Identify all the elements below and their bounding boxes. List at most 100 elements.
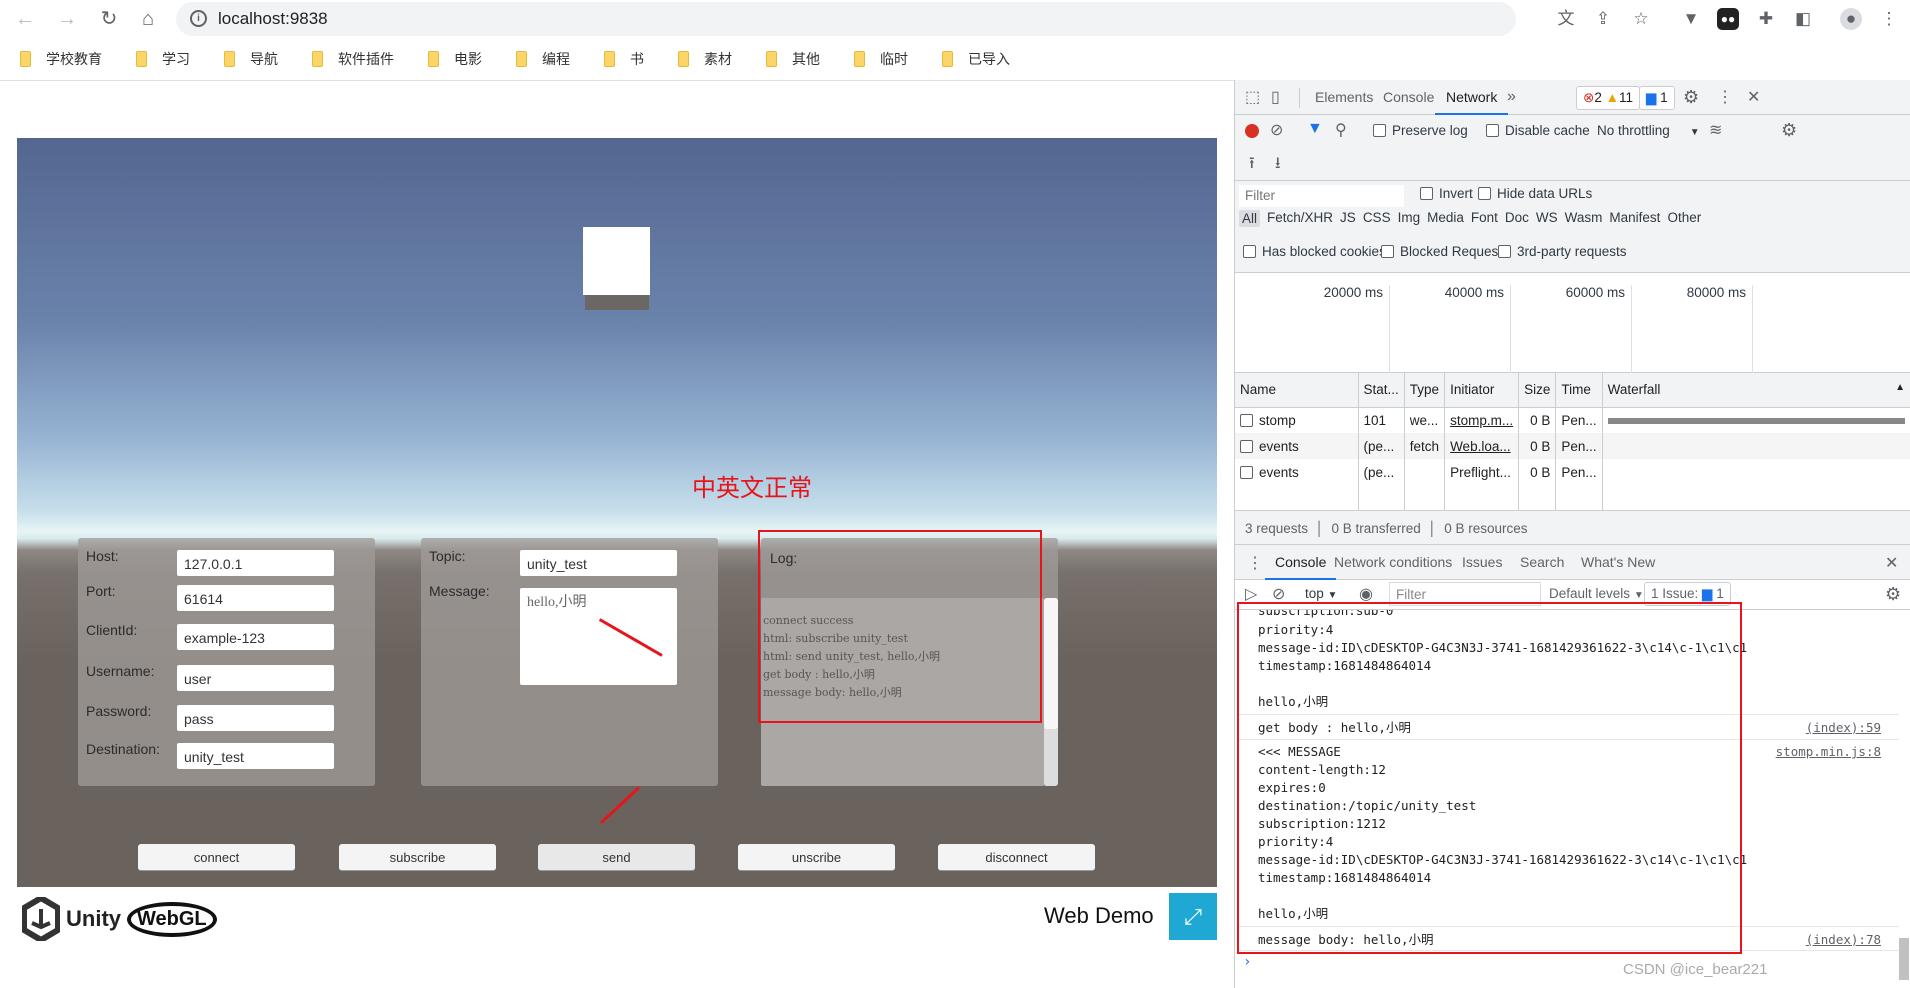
console-scrollbar[interactable]	[1899, 938, 1909, 980]
bookmark[interactable]: 软件插件	[338, 49, 394, 69]
type-filter[interactable]: JS	[1340, 210, 1356, 227]
info-icon[interactable]: i	[190, 10, 207, 27]
type-filter-all[interactable]: All	[1239, 210, 1261, 227]
log-scroll-thumb[interactable]	[1044, 598, 1058, 729]
disable-cache-checkbox[interactable]: Disable cache	[1486, 123, 1590, 138]
column-waterfall[interactable]: Waterfall ▲	[1602, 373, 1910, 408]
settings-gear-icon[interactable]: ⚙	[1683, 87, 1699, 108]
puzzle-icon[interactable]: ✚	[1755, 8, 1777, 30]
home-icon[interactable]: ⌂	[135, 6, 161, 32]
table-row[interactable]: events (pe... Preflight... 0 B Pen...	[1235, 459, 1910, 485]
tab-elements[interactable]: Elements	[1315, 80, 1373, 115]
column-type[interactable]: Type	[1404, 373, 1446, 408]
subscribe-button[interactable]: subscribe	[339, 844, 496, 871]
send-button[interactable]: send	[538, 844, 695, 871]
message-input[interactable]: hello,小明	[520, 588, 677, 685]
drawer-tab-whats-new[interactable]: What's New	[1581, 545, 1655, 580]
port-input[interactable]: 61614	[177, 585, 334, 611]
blocked-cookies-checkbox[interactable]: Has blocked cookies	[1243, 244, 1386, 259]
hide-data-urls-checkbox[interactable]: Hide data URLs	[1478, 186, 1592, 201]
source-link[interactable]: stomp.min.js:8	[1776, 743, 1881, 761]
drawer-tab-issues[interactable]: Issues	[1462, 545, 1502, 580]
reload-icon[interactable]: ↻	[96, 6, 122, 32]
kebab-menu-icon[interactable]: ⋮	[1717, 87, 1733, 107]
issues-button[interactable]: 1 Issue: ▆ 1	[1644, 582, 1731, 606]
clear-console-icon[interactable]: ⊘	[1272, 584, 1285, 604]
type-filter[interactable]: Manifest	[1609, 210, 1660, 227]
extension-v-icon[interactable]: ▼	[1680, 8, 1702, 30]
log-output[interactable]: connect success html: subscribe unity_te…	[761, 598, 1044, 786]
column-size[interactable]: Size	[1518, 373, 1557, 408]
type-filter[interactable]: Wasm	[1565, 210, 1603, 227]
unscribe-button[interactable]: unscribe	[738, 844, 895, 871]
third-party-checkbox[interactable]: 3rd-party requests	[1498, 244, 1627, 259]
log-levels-select[interactable]: Default levels ▼	[1549, 586, 1644, 601]
destination-input[interactable]: unity_test	[177, 743, 334, 769]
type-filter[interactable]: Other	[1667, 210, 1701, 227]
device-toolbar-icon[interactable]: ▯	[1271, 87, 1280, 107]
bookmark[interactable]: 已导入	[968, 49, 1010, 69]
bookmark[interactable]: 编程	[542, 49, 570, 69]
bookmark[interactable]: 书	[630, 49, 644, 69]
console-settings-icon[interactable]: ⚙	[1885, 584, 1901, 605]
type-filter[interactable]: WS	[1536, 210, 1558, 227]
back-icon[interactable]: ←	[12, 6, 38, 32]
column-initiator[interactable]: Initiator	[1444, 373, 1520, 408]
disconnect-button[interactable]: disconnect	[938, 844, 1095, 871]
host-input[interactable]: 127.0.0.1	[177, 550, 334, 576]
clear-icon[interactable]: ⊘	[1270, 120, 1283, 140]
unity-canvas[interactable]: 中英文正常 Host: 127.0.0.1 Port: 61614 Client…	[17, 138, 1217, 887]
console-prompt[interactable]: ›	[1239, 951, 1899, 973]
preserve-log-checkbox[interactable]: Preserve log	[1373, 123, 1468, 138]
context-select[interactable]: top ▼	[1305, 586, 1337, 601]
connect-button[interactable]: connect	[138, 844, 295, 871]
column-time[interactable]: Time	[1555, 373, 1603, 408]
password-input[interactable]: pass	[177, 705, 334, 731]
username-input[interactable]: user	[177, 665, 334, 691]
network-settings-icon[interactable]: ⚙	[1781, 120, 1797, 141]
source-link[interactable]: (index):78	[1806, 927, 1881, 952]
extension-icon[interactable]: ●●	[1717, 8, 1739, 30]
live-expression-eye-icon[interactable]: ◉	[1359, 584, 1373, 604]
table-row[interactable]: events (pe... fetch Web.loa... 0 B Pen...	[1235, 433, 1910, 459]
sidebar-toggle-icon[interactable]: ▷	[1245, 584, 1257, 604]
bookmark[interactable]: 素材	[704, 49, 732, 69]
profile-avatar[interactable]: ●	[1840, 8, 1862, 30]
source-link[interactable]: (index):59	[1806, 715, 1881, 740]
search-icon[interactable]: ⚲	[1335, 120, 1347, 140]
drawer-tab-search[interactable]: Search	[1520, 545, 1564, 580]
record-icon[interactable]	[1245, 124, 1259, 138]
topic-input[interactable]: unity_test	[520, 550, 677, 576]
side-panel-icon[interactable]: ◧	[1792, 8, 1814, 30]
bookmark[interactable]: 导航	[250, 49, 278, 69]
network-filter-input[interactable]: Filter	[1239, 185, 1404, 207]
console-output[interactable]: subscription:sub-0 priority:4 message-id…	[1239, 610, 1899, 973]
bookmark[interactable]: 其他	[792, 49, 820, 69]
menu-icon[interactable]: ⋮	[1878, 8, 1900, 30]
type-filter[interactable]: Media	[1427, 210, 1464, 227]
messages-counter[interactable]: ▆ 1	[1639, 86, 1675, 110]
log-scrollbar[interactable]	[1044, 598, 1058, 786]
inspect-icon[interactable]: ⬚	[1245, 87, 1260, 107]
network-conditions-icon[interactable]: ≋	[1709, 120, 1722, 140]
issues-counter[interactable]: ⊗2 ▲11	[1576, 86, 1640, 110]
bookmark-star-icon[interactable]: ☆	[1630, 8, 1652, 30]
blocked-requests-checkbox[interactable]: Blocked Requests	[1381, 244, 1509, 259]
address-bar[interactable]: i localhost:9838	[176, 2, 1516, 36]
tab-console[interactable]: Console	[1383, 80, 1434, 115]
type-filter[interactable]: Img	[1398, 210, 1421, 227]
more-tabs-icon[interactable]: »	[1507, 88, 1516, 106]
type-filter[interactable]: CSS	[1363, 210, 1391, 227]
bookmark[interactable]: 学习	[162, 49, 190, 69]
import-har-icon[interactable]: ⭱	[1249, 152, 1255, 179]
close-devtools-icon[interactable]: ✕	[1747, 87, 1760, 107]
type-filter[interactable]: Doc	[1505, 210, 1529, 227]
table-row[interactable]: stomp 101 we... stomp.m... 0 B Pen...	[1235, 407, 1910, 433]
bookmark[interactable]: 学校教育	[46, 49, 102, 69]
filter-icon[interactable]: ▼	[1307, 120, 1323, 138]
invert-checkbox[interactable]: Invert	[1420, 186, 1473, 201]
translate-icon[interactable]: 文	[1555, 8, 1577, 30]
console-filter-input[interactable]: Filter	[1389, 582, 1541, 606]
bookmark[interactable]: 电影	[454, 49, 482, 69]
tab-network[interactable]: Network	[1435, 80, 1509, 115]
